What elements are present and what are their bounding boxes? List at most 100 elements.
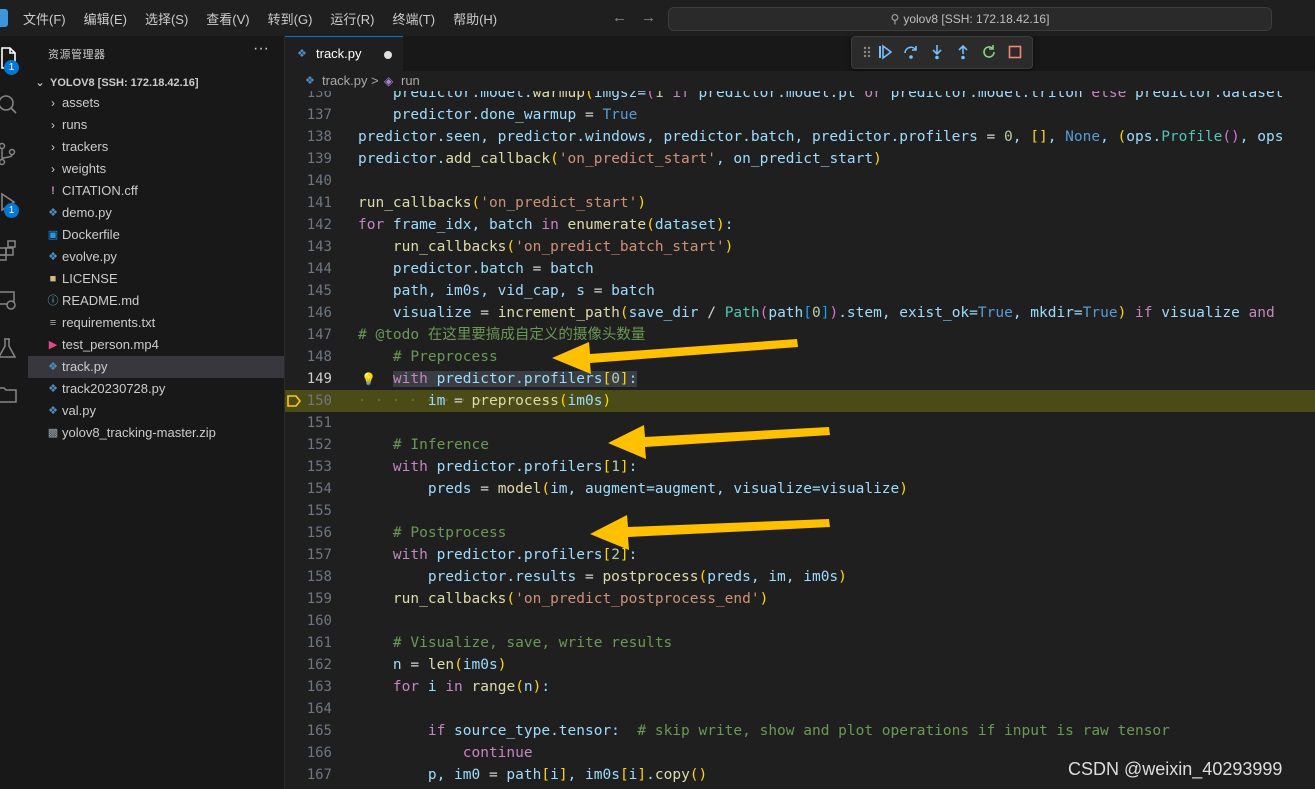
folder-icon[interactable] [0, 378, 28, 410]
line-number: 165 [306, 723, 332, 739]
debug-badge: 1 [4, 203, 19, 218]
step-into-icon[interactable] [928, 43, 946, 61]
tree-file-demo[interactable]: ❖ demo.py [28, 202, 284, 224]
breadcrumb-symbol[interactable]: run [401, 71, 420, 91]
tree-item-label: track20230728.py [62, 381, 166, 396]
source-control-icon[interactable] [0, 138, 28, 170]
code-line: im = preprocess(im0s) [358, 393, 612, 409]
line-number: 152 [306, 437, 332, 453]
tree-item-label: CITATION.cff [62, 183, 138, 198]
workspace-root[interactable]: ⌄ YOLOV8 [SSH: 172.18.42.16] [28, 72, 284, 94]
tree-file-zip[interactable]: ▩ yolov8_tracking-master.zip [28, 422, 284, 444]
unsaved-dot-icon[interactable] [384, 51, 392, 59]
chevron-down-icon: ⌄ [35, 77, 45, 89]
tree-file-dockerfile[interactable]: ▣ Dockerfile [28, 224, 284, 246]
step-out-icon[interactable] [954, 43, 972, 61]
extensions-icon[interactable] [0, 234, 28, 266]
tree-folder-trackers[interactable]: › trackers [28, 136, 284, 158]
chevron-right-icon: › [51, 140, 55, 154]
menu-file[interactable]: 文件(F) [14, 9, 75, 28]
python-icon: ❖ [48, 251, 58, 263]
python-icon: ❖ [48, 383, 58, 395]
tree-item-label: track.py [62, 359, 108, 374]
tree-item-label: requirements.txt [62, 315, 156, 330]
line-number: 144 [306, 261, 332, 277]
breadcrumb-file[interactable]: track.py [322, 71, 368, 91]
watermark: CSDN @weixin_40293999 [1068, 759, 1283, 779]
tree-file-readme[interactable]: ⓘ README.md [28, 290, 284, 312]
breadcrumb: ❖ track.py > ◈ run [285, 71, 1315, 91]
tree-item-label: val.py [62, 403, 96, 418]
nav-arrows: ← → [612, 9, 670, 26]
more-actions-icon[interactable]: ··· [253, 40, 269, 58]
tree-file-track20230728[interactable]: ❖ track20230728.py [28, 378, 284, 400]
tree-folder-assets[interactable]: › assets [28, 92, 284, 114]
chevron-right-icon: › [51, 118, 55, 132]
line-number: 142 [306, 217, 332, 233]
testing-icon[interactable] [0, 332, 28, 364]
python-icon: ❖ [305, 75, 315, 87]
continue-icon[interactable] [876, 43, 894, 61]
tree-file-requirements[interactable]: ≡ requirements.txt [28, 312, 284, 334]
tree-folder-runs[interactable]: › runs [28, 114, 284, 136]
tree-file-val[interactable]: ❖ val.py [28, 400, 284, 422]
python-icon: ❖ [48, 405, 58, 417]
remote-explorer-icon[interactable] [0, 284, 28, 316]
code-line: run_callbacks('on_predict_postprocess_en… [392, 591, 769, 607]
menu-selection[interactable]: 选择(S) [136, 9, 197, 28]
tree-item-label: assets [62, 95, 100, 110]
line-number: 161 [306, 635, 332, 651]
search-icon[interactable] [0, 88, 28, 120]
zip-icon: ▩ [47, 427, 59, 439]
menu-help[interactable]: 帮助(H) [444, 9, 506, 28]
chevron-right-icon: › [51, 162, 55, 176]
tree-file-track[interactable]: ❖ track.py [28, 356, 284, 378]
drag-handle-icon[interactable] [858, 43, 876, 61]
code-line: # @todo 在这里要搞成自定义的摄像头数量 [358, 327, 646, 343]
restart-icon[interactable] [980, 43, 998, 61]
menu-terminal[interactable]: 终端(T) [383, 9, 444, 28]
code-line: predictor.results = postprocess(preds, i… [358, 569, 847, 585]
editor-tabs: ❖ track.py [285, 36, 1315, 72]
code-line: predictor.seen, predictor.windows, predi… [358, 129, 1284, 145]
line-number-active: 149 [306, 371, 332, 387]
code-line: with predictor.profilers[2]: [392, 547, 638, 563]
tree-item-label: demo.py [62, 205, 112, 220]
tree-item-label: runs [62, 117, 88, 132]
back-arrow-icon[interactable]: ← [612, 9, 627, 26]
tree-folder-weights[interactable]: › weights [28, 158, 284, 180]
tree-file-test-person[interactable]: ▶ test_person.mp4 [28, 334, 284, 356]
tree-file-citation[interactable]: ! CITATION.cff [28, 180, 284, 202]
code-line: predictor.done_warmup = True [358, 107, 638, 123]
tree-file-evolve[interactable]: ❖ evolve.py [28, 246, 284, 268]
command-center[interactable]: ⚲ yolov8 [SSH: 172.18.42.16] [668, 7, 1272, 31]
tree-item-label: README.md [62, 293, 140, 308]
line-number: 162 [306, 657, 332, 673]
explorer-badge: 1 [4, 60, 19, 75]
step-over-icon[interactable] [902, 43, 920, 61]
line-number: 156 [306, 525, 332, 541]
video-icon: ▶ [48, 339, 58, 351]
line-number: 164 [306, 701, 332, 717]
code-line: run_callbacks('on_predict_batch_start') [392, 239, 734, 255]
menu-go[interactable]: 转到(G) [259, 9, 322, 28]
menu-run[interactable]: 运行(R) [321, 9, 383, 28]
line-number: 155 [306, 503, 332, 519]
tree-file-license[interactable]: ■ LICENSE [28, 268, 284, 290]
tree-item-label: test_person.mp4 [62, 337, 159, 352]
code-line: # Inference [392, 437, 489, 453]
line-number: 138 [306, 129, 332, 145]
tab-track-py[interactable]: ❖ track.py [285, 36, 403, 72]
code-line: predictor.model.warmup(imgsz=(1 if predi… [358, 91, 1284, 101]
code-line: with predictor.profilers[1]: [392, 459, 638, 475]
search-icon: ⚲ [890, 12, 900, 26]
code-editor[interactable]: 136 137 138 139 140 141 142 143 144 145 … [285, 91, 1315, 789]
code-line: run_callbacks('on_predict_start') [358, 195, 647, 211]
line-number: 154 [306, 481, 332, 497]
tree-item-label: weights [62, 161, 107, 176]
python-icon: ❖ [48, 361, 58, 373]
menu-edit[interactable]: 编辑(E) [75, 9, 136, 28]
menu-view[interactable]: 查看(V) [197, 9, 258, 28]
stop-icon[interactable] [1006, 43, 1024, 61]
forward-arrow-icon[interactable]: → [641, 9, 656, 26]
